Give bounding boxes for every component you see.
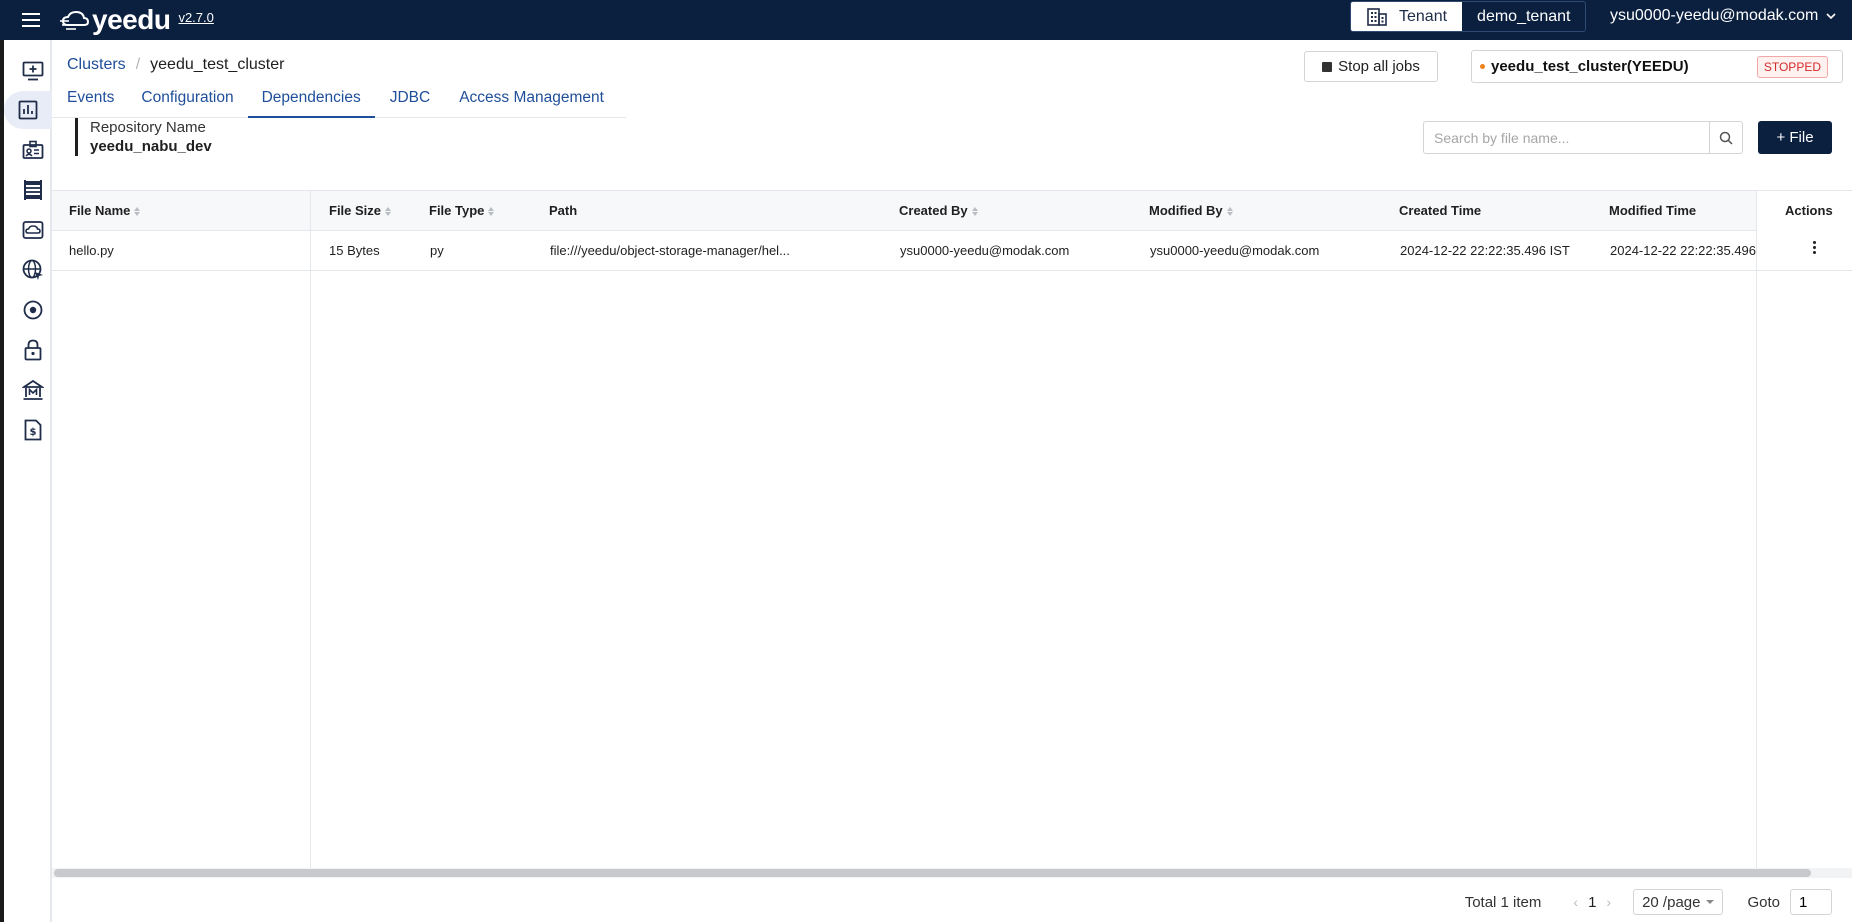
main-content: Clusters / yeedu_test_cluster Stop all j… [52, 40, 1852, 922]
search-input[interactable] [1424, 122, 1709, 153]
server-rack-icon[interactable] [14, 171, 52, 209]
building-icon [1367, 7, 1387, 26]
chevron-down-icon [1826, 12, 1836, 19]
breadcrumb: Clusters / yeedu_test_cluster [67, 56, 284, 74]
version-link[interactable]: v2.7.0 [178, 10, 213, 25]
fixed-column-divider [52, 191, 311, 869]
column-header-label: Modified By [1149, 203, 1223, 218]
column-header-actions: Actions [1785, 203, 1833, 218]
add-file-button[interactable]: + File [1758, 121, 1832, 154]
tab-bar: Events Configuration Dependencies JDBC A… [52, 88, 626, 118]
page-size-value: 20 /page [1642, 893, 1701, 911]
column-header-file-name[interactable]: File Name [69, 191, 141, 231]
status-badge: STOPPED [1756, 56, 1828, 78]
tab-jdbc[interactable]: JDBC [375, 88, 444, 118]
side-nav: $ [0, 40, 52, 922]
cloud-logo-icon [60, 10, 90, 30]
column-header-modified-time: Modified Time [1609, 203, 1697, 218]
id-card-icon[interactable] [14, 131, 52, 169]
breadcrumb-clusters-link[interactable]: Clusters [67, 56, 126, 74]
lock-icon[interactable] [14, 331, 52, 369]
app-name: yeedu [92, 4, 171, 35]
goto-input[interactable] [1790, 889, 1832, 915]
cell-file-name: hello.py [69, 243, 114, 258]
sort-icon[interactable] [488, 206, 495, 216]
column-header-path: Path [549, 203, 578, 218]
menu-icon[interactable] [22, 10, 42, 30]
prev-page-icon[interactable]: ‹ [1573, 894, 1578, 910]
stop-all-jobs-button[interactable]: Stop all jobs [1304, 51, 1438, 82]
horizontal-scrollbar[interactable] [52, 868, 1852, 878]
logo: yeedu v2.7.0 [60, 5, 214, 35]
cell-file-type: py [430, 243, 444, 258]
repository-label: Repository Name [90, 119, 206, 136]
caret-down-icon [1706, 900, 1715, 904]
tab-access-management[interactable]: Access Management [444, 88, 618, 118]
top-bar: yeedu v2.7.0 Tenant demo_tenant ysu0000-… [0, 0, 1852, 40]
user-menu[interactable]: ysu0000-yeedu@modak.com [1610, 7, 1836, 25]
tenant-label-text: Tenant [1399, 7, 1448, 25]
tenant-name[interactable]: demo_tenant [1462, 2, 1585, 31]
cell-path: file:///yeedu/object-storage-manager/hel… [550, 243, 790, 258]
pagination-total: Total 1 item [1464, 893, 1542, 911]
cluster-status-panel: yeedu_test_cluster(YEEDU) STOPPED [1471, 50, 1843, 83]
status-dot-icon [1480, 64, 1485, 69]
tab-configuration[interactable]: Configuration [128, 88, 247, 118]
search-button[interactable] [1709, 122, 1742, 153]
sort-icon[interactable] [1226, 206, 1233, 216]
tenant-selector[interactable]: Tenant demo_tenant [1350, 1, 1587, 32]
bar-chart-icon[interactable] [4, 91, 52, 129]
page-number[interactable]: 1 [1588, 894, 1596, 911]
tab-dependencies[interactable]: Dependencies [247, 88, 375, 118]
sort-icon[interactable] [134, 206, 141, 216]
column-header-file-type[interactable]: File Type [429, 191, 495, 231]
next-page-icon[interactable]: › [1606, 894, 1611, 910]
sort-icon[interactable] [385, 206, 392, 216]
column-header-created-time: Created Time [1399, 203, 1482, 218]
tab-events[interactable]: Events [52, 88, 128, 118]
svg-text:$: $ [30, 427, 37, 438]
row-actions-menu-icon[interactable] [1809, 241, 1819, 261]
add-screen-icon[interactable] [14, 52, 52, 90]
billing-icon[interactable]: $ [14, 411, 52, 449]
column-header-label: Created By [899, 203, 968, 218]
column-header-modified-by[interactable]: Modified By [1149, 191, 1233, 231]
globe-cursor-icon[interactable] [14, 251, 52, 289]
table-row[interactable]: hello.py 15 Bytes py file:///yeedu/objec… [52, 231, 1852, 271]
search-icon [1719, 131, 1733, 145]
window-edge [0, 40, 4, 922]
search-box [1423, 121, 1743, 154]
repository-name: yeedu_nabu_dev [90, 138, 212, 155]
cell-modified-time: 2024-12-22 22:22:35.496 [1610, 243, 1756, 258]
repository-info: Repository Name yeedu_nabu_dev [75, 118, 212, 156]
pagination: Total 1 item ‹ 1 › 20 /page Goto [1465, 887, 1832, 917]
page-size-select[interactable]: 20 /page [1633, 889, 1724, 915]
tenant-label[interactable]: Tenant [1351, 2, 1463, 31]
user-email: ysu0000-yeedu@modak.com [1610, 7, 1819, 24]
column-header-file-size[interactable]: File Size [329, 191, 392, 231]
breadcrumb-separator: / [135, 56, 141, 73]
bank-icon[interactable] [14, 371, 52, 409]
app-window: yeedu v2.7.0 Tenant demo_tenant ysu0000-… [0, 0, 1852, 922]
breadcrumb-current: yeedu_test_cluster [150, 56, 285, 73]
cell-modified-by: ysu0000-yeedu@modak.com [1150, 243, 1320, 258]
sort-icon[interactable] [971, 206, 978, 216]
target-icon[interactable] [14, 291, 52, 329]
scrollbar-thumb[interactable] [54, 869, 1811, 877]
stop-all-jobs-label: Stop all jobs [1338, 58, 1420, 75]
cell-created-time: 2024-12-22 22:22:35.496 IST [1400, 243, 1570, 258]
cluster-name: yeedu_test_cluster(YEEDU) [1491, 58, 1689, 75]
files-table: File Name File Size File Type Path Creat… [52, 190, 1852, 869]
column-header-label: File Name [69, 203, 131, 218]
cell-file-size: 15 Bytes [329, 243, 380, 258]
cloud-storage-icon[interactable] [14, 211, 52, 249]
column-header-label: File Type [429, 203, 485, 218]
cell-created-by: ysu0000-yeedu@modak.com [900, 243, 1070, 258]
column-header-created-by[interactable]: Created By [899, 191, 978, 231]
stop-icon [1322, 61, 1333, 72]
actions-column [1756, 191, 1852, 869]
column-header-label: File Size [329, 203, 382, 218]
goto-label: Goto [1747, 893, 1780, 911]
